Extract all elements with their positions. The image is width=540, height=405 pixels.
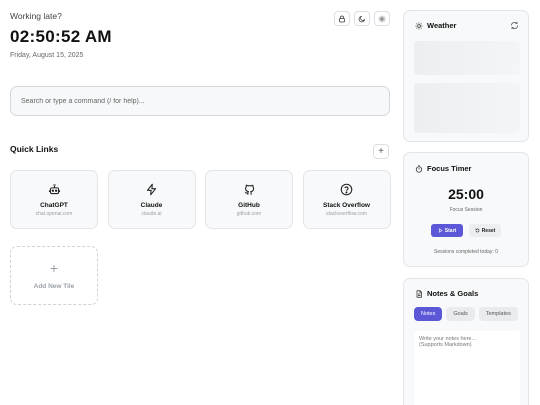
notes-tabs: Notes Goals Templates bbox=[414, 307, 518, 321]
greeting: Working late? bbox=[10, 11, 62, 21]
search-input[interactable] bbox=[11, 87, 389, 115]
clock: 02:50:52 AM bbox=[10, 27, 112, 46]
weather-loading-placeholder bbox=[414, 83, 520, 133]
timer-header: Focus Timer bbox=[415, 164, 471, 173]
notes-title: Notes & Goals bbox=[427, 289, 479, 298]
date: Friday, August 15, 2025 bbox=[10, 52, 84, 59]
command-search bbox=[10, 86, 390, 116]
timer-title: Focus Timer bbox=[427, 164, 472, 173]
sessions-count: Sessions completed today: 0 bbox=[434, 249, 498, 255]
tile-url: github.com bbox=[236, 211, 262, 217]
lightning-icon bbox=[146, 183, 157, 196]
add-new-tile[interactable]: + Add New Tile bbox=[10, 246, 98, 305]
play-icon bbox=[438, 228, 443, 233]
notes-textarea[interactable] bbox=[414, 331, 520, 405]
notes-widget: Notes & Goals Notes Goals Templates bbox=[403, 278, 529, 405]
notes-icon bbox=[416, 289, 422, 298]
robot-icon bbox=[48, 184, 60, 195]
reset-button[interactable]: Reset bbox=[469, 224, 501, 237]
tile-claude[interactable]: Claude claude.ai bbox=[107, 170, 196, 229]
tab-notes[interactable]: Notes bbox=[414, 307, 443, 321]
tile-name: Stack Overflow bbox=[323, 202, 370, 209]
refresh-icon[interactable] bbox=[510, 21, 519, 30]
tile-url: stackoverflow.com bbox=[326, 211, 367, 217]
timer-display: 25:00 bbox=[448, 186, 484, 202]
reset-icon bbox=[475, 228, 480, 233]
tile-stack-overflow[interactable]: Stack Overflow stackoverflow.com bbox=[302, 170, 391, 229]
lock-icon bbox=[339, 15, 345, 22]
start-label: Start bbox=[444, 227, 457, 234]
weather-loading-placeholder bbox=[414, 41, 520, 75]
weather-title: Weather bbox=[427, 21, 457, 30]
sun-icon bbox=[415, 22, 423, 29]
tile-url: claude.ai bbox=[141, 211, 162, 217]
reset-label: Reset bbox=[481, 227, 496, 234]
tile-name: Claude bbox=[140, 202, 163, 209]
quick-links-title: Quick Links bbox=[10, 144, 59, 154]
tab-goals[interactable]: Goals bbox=[446, 307, 475, 321]
plus-icon: + bbox=[49, 260, 59, 276]
tile-github[interactable]: GitHub github.com bbox=[205, 170, 293, 229]
session-label: Focus Session bbox=[449, 207, 483, 213]
tile-url: chat.openai.com bbox=[35, 211, 73, 217]
tile-name: ChatGPT bbox=[40, 202, 68, 209]
tab-templates[interactable]: Templates bbox=[478, 307, 518, 321]
weather-widget: Weather bbox=[403, 10, 529, 142]
tile-chatgpt[interactable]: ChatGPT chat.openai.com bbox=[10, 170, 98, 229]
help-circle-icon bbox=[340, 183, 353, 196]
tile-name: GitHub bbox=[238, 202, 260, 209]
quick-links-grid: ChatGPT chat.openai.com Claude claude.ai… bbox=[10, 170, 391, 305]
header-actions bbox=[334, 11, 390, 26]
add-quick-link-button[interactable]: + bbox=[373, 144, 389, 159]
gear-icon bbox=[378, 15, 386, 22]
notes-header: Notes & Goals bbox=[415, 289, 478, 298]
start-button[interactable]: Start bbox=[431, 224, 463, 237]
lock-button[interactable] bbox=[334, 11, 350, 26]
add-tile-label: Add New Tile bbox=[33, 283, 75, 290]
moon-icon bbox=[358, 15, 366, 22]
github-icon bbox=[244, 184, 254, 195]
focus-timer-widget: Focus Timer 25:00 Focus Session Start Re… bbox=[403, 152, 529, 267]
timer-controls: Start Reset bbox=[404, 224, 528, 237]
timer-icon bbox=[415, 164, 423, 173]
settings-button[interactable] bbox=[374, 11, 390, 26]
theme-toggle-button[interactable] bbox=[354, 11, 370, 26]
weather-header: Weather bbox=[415, 21, 456, 30]
